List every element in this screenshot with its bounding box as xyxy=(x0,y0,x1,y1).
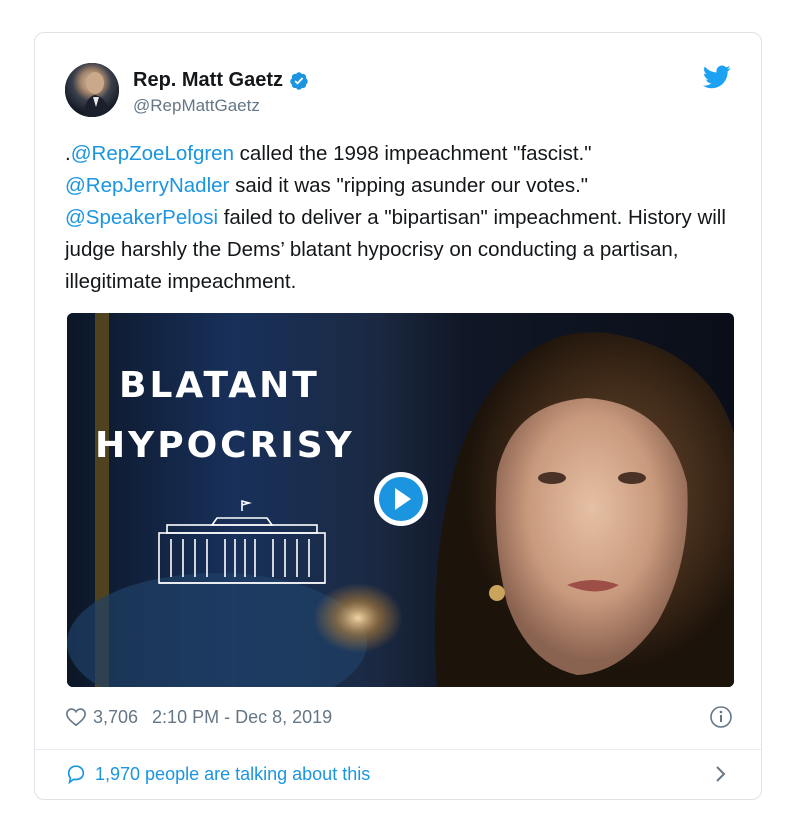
mention-link[interactable]: @SpeakerPelosi xyxy=(65,206,218,229)
verified-badge-icon xyxy=(290,71,308,90)
twitter-bird-icon[interactable] xyxy=(703,65,731,89)
tweet-video[interactable]: BLATANT HYPOCRISY xyxy=(67,313,734,687)
info-icon[interactable] xyxy=(709,705,733,729)
overlay-title-line2: HYPOCRISY xyxy=(95,425,355,466)
timestamp[interactable]: 2:10 PM - Dec 8, 2019 xyxy=(152,707,332,728)
play-icon[interactable] xyxy=(372,470,430,528)
tweet-header: Rep. Matt Gaetz @RepMattGaetz xyxy=(65,63,733,123)
chevron-right-icon[interactable] xyxy=(713,763,729,785)
mention-link[interactable]: @RepZoeLofgren xyxy=(71,142,234,165)
talking-count-label[interactable]: 1,970 people are talking about this xyxy=(95,764,370,785)
tweet-text-segment: called the 1998 impeachment "fascist." xyxy=(233,142,592,165)
handle[interactable]: @RepMattGaetz xyxy=(133,96,260,116)
display-name[interactable]: Rep. Matt Gaetz xyxy=(133,69,283,92)
tweet-text-segment: said it was "ripping asunder our votes." xyxy=(229,174,589,197)
divider xyxy=(35,749,761,750)
tweet-card[interactable]: Rep. Matt Gaetz @RepMattGaetz .@RepZoeLo… xyxy=(34,32,762,800)
overlay-title-line1: BLATANT xyxy=(119,365,320,406)
avatar[interactable] xyxy=(65,63,119,117)
conversation-link[interactable]: 1,970 people are talking about this xyxy=(65,761,733,787)
tweet-meta: 3,706 2:10 PM - Dec 8, 2019 xyxy=(65,703,733,731)
reply-bubble-icon xyxy=(67,765,85,785)
like-count[interactable]: 3,706 xyxy=(93,707,138,728)
tweet-text: .@RepZoeLofgren called the 1998 impeachm… xyxy=(65,138,745,298)
heart-icon[interactable] xyxy=(65,707,87,727)
mention-link[interactable]: @RepJerryNadler xyxy=(65,174,229,197)
